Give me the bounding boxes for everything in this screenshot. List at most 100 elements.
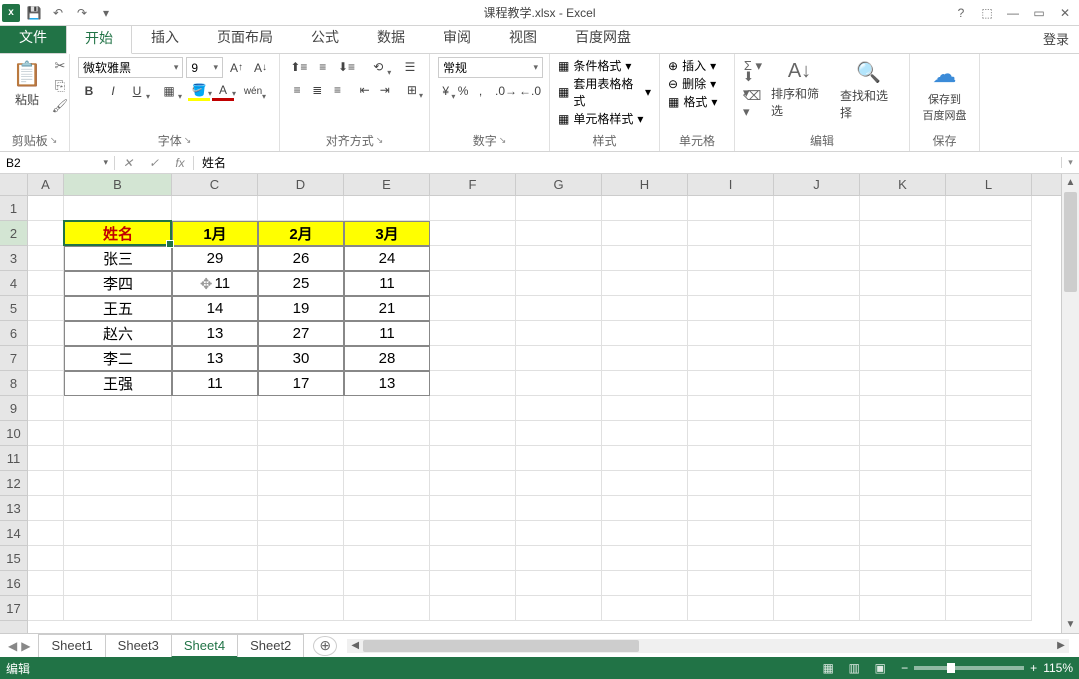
cell-J13[interactable] [774, 496, 860, 521]
cell-H1[interactable] [602, 196, 688, 221]
column-header-K[interactable]: K [860, 174, 946, 195]
cell-B13[interactable] [64, 496, 172, 521]
sheet-nav-next-icon[interactable]: ▶ [21, 639, 30, 653]
row-header-7[interactable]: 7 [0, 346, 27, 371]
cell-L17[interactable] [946, 596, 1032, 621]
hscroll-left-icon[interactable]: ◀ [347, 640, 363, 651]
cell-D1[interactable] [258, 196, 344, 221]
cell-F16[interactable] [430, 571, 516, 596]
sheet-tab-Sheet2[interactable]: Sheet2 [237, 634, 304, 658]
align-expand-icon[interactable]: ↘ [376, 135, 384, 146]
hscroll-thumb[interactable] [363, 640, 639, 652]
cell-C2[interactable]: 1月 [172, 221, 258, 246]
cell-J4[interactable] [774, 271, 860, 296]
cell-D10[interactable] [258, 421, 344, 446]
cell-J5[interactable] [774, 296, 860, 321]
align-middle-icon[interactable]: ≡ [312, 57, 334, 77]
cell-I9[interactable] [688, 396, 774, 421]
cell-K6[interactable] [860, 321, 946, 346]
conditional-format-button[interactable]: ▦条件格式 ▾ [558, 57, 651, 74]
cell-K7[interactable] [860, 346, 946, 371]
add-sheet-button[interactable]: ⊕ [313, 636, 337, 656]
close-icon[interactable]: ✕ [1055, 6, 1075, 20]
find-select-button[interactable]: 🔍 查找和选择 [836, 57, 901, 124]
grow-font-icon[interactable]: A↑ [226, 58, 247, 78]
cell-G17[interactable] [516, 596, 602, 621]
cell-K3[interactable] [860, 246, 946, 271]
cell-B17[interactable] [64, 596, 172, 621]
scroll-down-icon[interactable]: ▼ [1062, 616, 1079, 633]
cell-D13[interactable] [258, 496, 344, 521]
zoom-slider[interactable] [914, 666, 1024, 670]
cell-E9[interactable] [344, 396, 430, 421]
cell-A16[interactable] [28, 571, 64, 596]
cell-C7[interactable]: 13 [172, 346, 258, 371]
zoom-level-label[interactable]: 115% [1043, 661, 1073, 675]
cell-D16[interactable] [258, 571, 344, 596]
save-baidu-button[interactable]: ☁ 保存到 百度网盘 [918, 57, 971, 126]
cell-H12[interactable] [602, 471, 688, 496]
cell-G10[interactable] [516, 421, 602, 446]
view-normal-icon[interactable]: ▦ [817, 661, 839, 675]
cell-K13[interactable] [860, 496, 946, 521]
column-header-I[interactable]: I [688, 174, 774, 195]
cell-A13[interactable] [28, 496, 64, 521]
italic-button[interactable]: I [102, 81, 124, 101]
table-format-button[interactable]: ▦套用表格格式 ▾ [558, 75, 651, 109]
cell-D7[interactable]: 30 [258, 346, 344, 371]
zoom-out-icon[interactable]: − [901, 661, 908, 675]
cell-L10[interactable] [946, 421, 1032, 446]
cell-B2[interactable]: 姓名 [64, 221, 172, 246]
cell-E6[interactable]: 11 [344, 321, 430, 346]
cell-L4[interactable] [946, 271, 1032, 296]
qat-save-icon[interactable]: 💾 [24, 3, 44, 23]
cell-B6[interactable]: 赵六 [64, 321, 172, 346]
row-header-2[interactable]: 2 [0, 221, 27, 246]
cell-A11[interactable] [28, 446, 64, 471]
align-left-icon[interactable]: ≡ [288, 80, 306, 100]
cell-J14[interactable] [774, 521, 860, 546]
cell-G12[interactable] [516, 471, 602, 496]
cell-H6[interactable] [602, 321, 688, 346]
row-header-10[interactable]: 10 [0, 421, 27, 446]
shrink-font-icon[interactable]: A↓ [250, 58, 271, 78]
cell-B4[interactable]: 李四 [64, 271, 172, 296]
enter-formula-icon[interactable]: ✓ [141, 156, 167, 170]
cell-E16[interactable] [344, 571, 430, 596]
cell-G8[interactable] [516, 371, 602, 396]
fx-icon[interactable]: fx [167, 156, 193, 170]
cell-H16[interactable] [602, 571, 688, 596]
cell-C8[interactable]: 11 [172, 371, 258, 396]
cell-L12[interactable] [946, 471, 1032, 496]
percent-format-icon[interactable]: % [455, 81, 470, 101]
cell-C5[interactable]: 14 [172, 296, 258, 321]
expand-formula-bar-icon[interactable]: ▾ [1061, 157, 1079, 168]
cell-E7[interactable]: 28 [344, 346, 430, 371]
cells-area[interactable]: 姓名1月2月3月张三292624李四✥112511王五141921赵六13271… [28, 196, 1061, 633]
column-header-C[interactable]: C [172, 174, 258, 195]
login-link[interactable]: 登录 [1033, 24, 1079, 53]
cell-L14[interactable] [946, 521, 1032, 546]
cell-K11[interactable] [860, 446, 946, 471]
cell-B1[interactable] [64, 196, 172, 221]
cell-J9[interactable] [774, 396, 860, 421]
column-header-H[interactable]: H [602, 174, 688, 195]
row-header-4[interactable]: 4 [0, 271, 27, 296]
border-button[interactable]: ▦ [158, 81, 180, 101]
fill-color-button[interactable]: 🪣 [188, 81, 210, 101]
cell-H10[interactable] [602, 421, 688, 446]
cell-H9[interactable] [602, 396, 688, 421]
cell-I5[interactable] [688, 296, 774, 321]
format-cells-button[interactable]: ▦格式 ▾ [668, 93, 726, 110]
cell-H13[interactable] [602, 496, 688, 521]
cell-L6[interactable] [946, 321, 1032, 346]
cancel-formula-icon[interactable]: ✕ [115, 156, 141, 170]
cell-B8[interactable]: 王强 [64, 371, 172, 396]
cell-G1[interactable] [516, 196, 602, 221]
decrease-indent-icon[interactable]: ⇤ [356, 80, 374, 100]
cell-C10[interactable] [172, 421, 258, 446]
cell-F11[interactable] [430, 446, 516, 471]
cell-L16[interactable] [946, 571, 1032, 596]
cell-C14[interactable] [172, 521, 258, 546]
view-page-layout-icon[interactable]: ▥ [843, 661, 865, 675]
